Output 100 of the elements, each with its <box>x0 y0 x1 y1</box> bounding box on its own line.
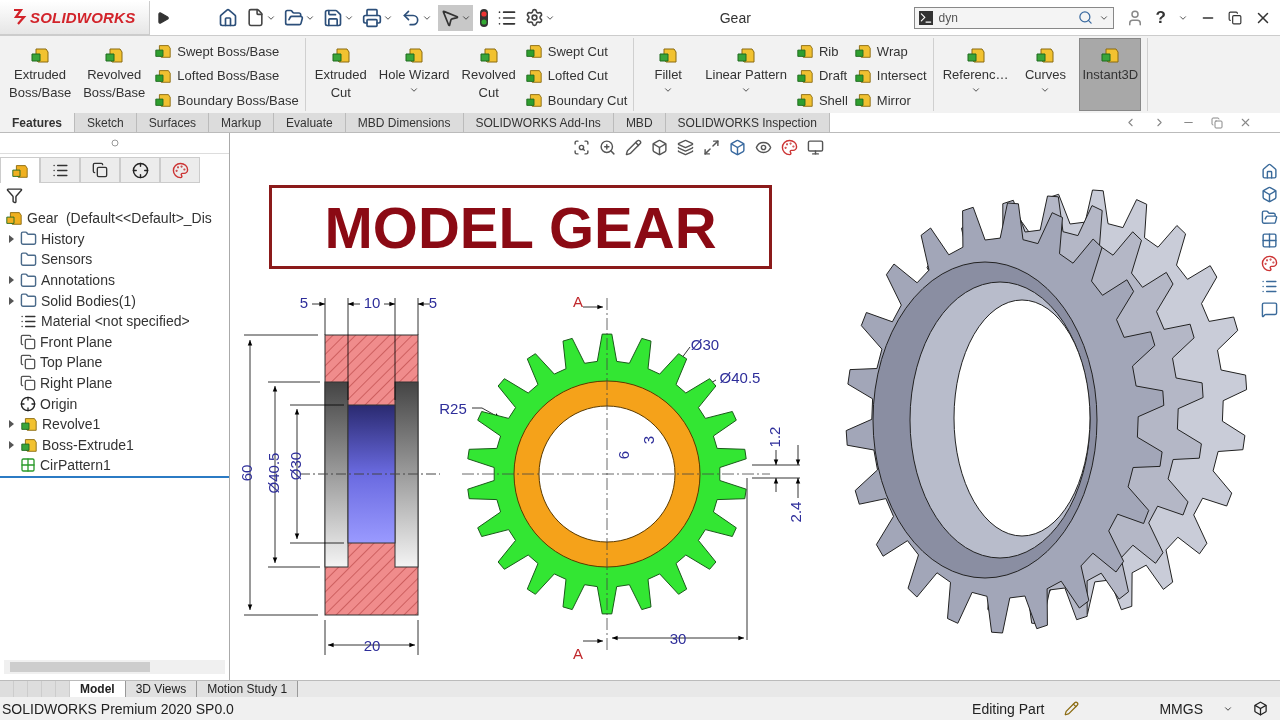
tree-item[interactable]: Material <not specified> <box>0 310 229 332</box>
tree-item[interactable]: Revolve1 <box>0 413 229 435</box>
home-icon <box>218 7 238 28</box>
tree-item[interactable]: Annotations <box>0 269 229 291</box>
appearance-icon[interactable] <box>1261 255 1278 272</box>
configuration-manager-tab[interactable] <box>80 157 120 183</box>
command-icon <box>918 10 933 25</box>
ribbon-button[interactable]: Swept Cut <box>524 42 628 60</box>
tree-item[interactable]: CirPattern1 <box>0 455 229 476</box>
ribbon-button[interactable]: Revolved Boss/Base <box>80 38 149 111</box>
tree-item[interactable]: History <box>0 228 229 250</box>
tree-item[interactable]: Top Plane <box>0 352 229 373</box>
section-view-icon[interactable] <box>651 139 668 156</box>
ribbon-button[interactable]: Extruded Cut <box>311 38 370 111</box>
model-tab[interactable]: Motion Study 1 <box>197 681 299 697</box>
ribbon-button[interactable]: Extruded Boss/Base <box>6 38 75 111</box>
tree-item[interactable]: Boss-Extrude1 <box>0 434 229 456</box>
dimension-label: 5 <box>428 294 438 311</box>
tree-item[interactable]: Front Plane <box>0 331 229 353</box>
command-tab[interactable]: Surfaces <box>136 113 210 132</box>
appearance-icon[interactable] <box>781 139 798 156</box>
zoom-to-fit-icon[interactable] <box>573 139 590 156</box>
ribbon-button[interactable]: Linear Pattern <box>702 38 790 111</box>
display-manager-tab[interactable] <box>160 157 200 183</box>
expand-arrow-icon[interactable] <box>8 276 14 285</box>
command-tab[interactable]: SOLIDWORKS Add-Ins <box>463 113 614 132</box>
command-tab[interactable]: Evaluate <box>274 113 346 132</box>
folder-icon[interactable] <box>1261 209 1278 226</box>
command-tab[interactable]: Markup <box>209 113 275 132</box>
hide-show-icon[interactable] <box>755 139 772 156</box>
status-text: Editing Part <box>972 700 1045 717</box>
ribbon-button[interactable]: Referenc… <box>939 38 1012 111</box>
ribbon-button[interactable]: Revolved Cut <box>458 38 519 111</box>
ribbon-button[interactable]: Lofted Cut <box>524 66 628 85</box>
tree-item[interactable]: Solid Bodies(1) <box>0 290 229 311</box>
tree-item[interactable]: Right Plane <box>0 372 229 394</box>
layers-icon[interactable] <box>677 139 694 156</box>
traffic-light-icon <box>479 7 489 28</box>
scrollbar[interactable] <box>4 660 225 674</box>
ribbon-button[interactable]: Instant3D <box>1079 38 1142 111</box>
home-icon[interactable] <box>1261 163 1278 180</box>
folder-icon <box>20 251 37 268</box>
units-selector[interactable]: MMGS <box>1159 700 1203 717</box>
ribbon-button[interactable]: Wrap <box>853 42 927 60</box>
tree-item[interactable]: Gear (Default<<Default>_Dis <box>0 208 229 229</box>
document-icon <box>246 8 265 27</box>
settings-icon <box>525 8 544 27</box>
search-icon[interactable] <box>1077 10 1093 25</box>
collapse-handle-icon[interactable] <box>110 139 119 147</box>
block-icon <box>5 209 23 228</box>
expand-arrow-icon[interactable] <box>8 420 14 429</box>
view-orientation-icon[interactable] <box>703 139 720 156</box>
dimension-label: 5 <box>299 294 309 311</box>
ribbon-button[interactable]: Rib <box>795 42 848 60</box>
block-icon <box>404 45 425 65</box>
tree-item[interactable]: Origin <box>0 393 229 414</box>
command-tab[interactable]: MBD Dimensions <box>345 113 464 132</box>
filter-icon[interactable] <box>6 186 23 204</box>
tree-item[interactable]: Sensors <box>0 249 229 270</box>
ribbon-button[interactable]: Lofted Boss/Base <box>154 66 299 85</box>
pencil-icon[interactable] <box>625 139 642 156</box>
ribbon-button[interactable]: Fillet <box>640 38 697 111</box>
sheets-icon <box>92 162 108 178</box>
help-button[interactable]: ? <box>1155 7 1166 28</box>
model-tab[interactable]: 3D Views <box>125 681 198 697</box>
ribbon-button[interactable]: Draft <box>795 66 848 85</box>
ribbon-button[interactable]: Mirror <box>853 91 927 109</box>
restore-icon[interactable] <box>1228 10 1242 25</box>
expand-arrow-icon[interactable] <box>8 440 14 449</box>
ribbon-button[interactable]: Curves <box>1017 38 1074 111</box>
ribbon-button[interactable]: Swept Boss/Base <box>154 42 299 60</box>
app-logo: SOLIDWORKS <box>0 0 150 35</box>
ribbon-button[interactable]: Shell <box>795 91 848 109</box>
ribbon-button[interactable]: Boundary Boss/Base <box>154 91 299 109</box>
search-field[interactable]: dyn <box>913 6 1114 29</box>
plane-icon <box>20 375 36 392</box>
zoom-icon[interactable] <box>599 139 616 156</box>
grid-icon[interactable] <box>1261 232 1278 249</box>
ribbon-button[interactable]: Intersect <box>853 66 927 85</box>
property-manager-tab[interactable] <box>40 157 80 183</box>
display-style-icon[interactable] <box>729 139 746 156</box>
feature-manager-tab[interactable] <box>0 157 40 183</box>
command-tab[interactable]: MBD <box>613 113 666 132</box>
box-icon[interactable] <box>1253 701 1268 716</box>
command-tab[interactable]: SOLIDWORKS Inspection <box>665 113 830 132</box>
model-tab[interactable]: Model <box>70 681 126 697</box>
ribbon-button[interactable]: Boundary Cut <box>524 91 628 109</box>
block-icon <box>30 45 51 65</box>
view-settings-icon[interactable] <box>807 139 824 156</box>
expand-menu-icon[interactable] <box>156 10 170 25</box>
section-mark: A <box>573 645 583 662</box>
ribbon-button[interactable]: Hole Wizard <box>375 38 453 111</box>
list-icon[interactable] <box>1261 278 1278 295</box>
select-button[interactable] <box>438 4 473 31</box>
command-tab[interactable]: Sketch <box>75 113 137 132</box>
message-icon[interactable] <box>1261 301 1278 318</box>
dimxpert-tab[interactable] <box>120 157 160 183</box>
expand-arrow-icon[interactable] <box>8 296 14 305</box>
expand-arrow-icon[interactable] <box>8 234 14 243</box>
dimension-label: 10 <box>363 294 381 311</box>
